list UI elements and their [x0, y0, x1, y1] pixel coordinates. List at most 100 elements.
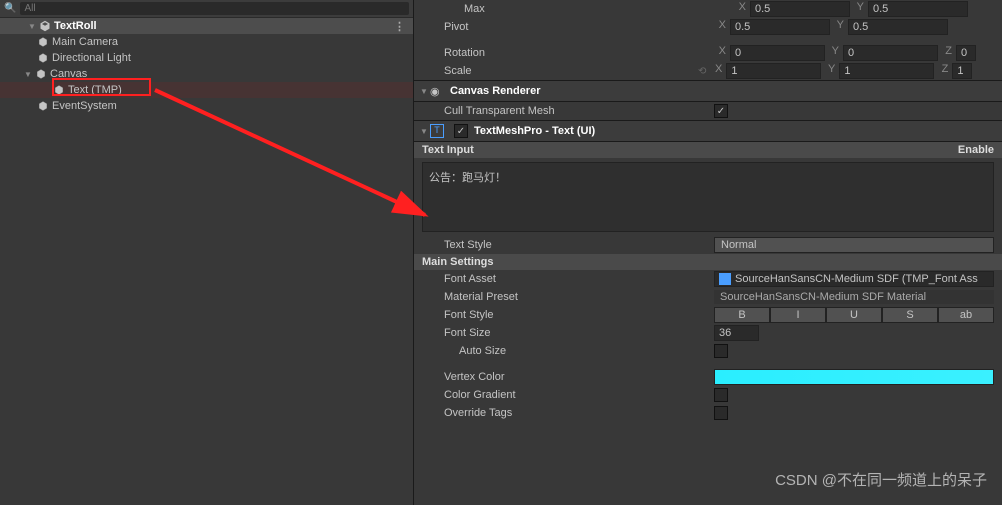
rot-z-input[interactable]: [956, 45, 976, 61]
hierarchy-item-label: EventSystem: [52, 100, 117, 112]
max-x-input[interactable]: [750, 1, 850, 17]
menu-dots-icon[interactable]: ⋮: [394, 20, 405, 33]
prop-label: Material Preset: [444, 291, 714, 303]
axis-y-label: Y: [832, 19, 844, 35]
style-bold-button[interactable]: B: [714, 307, 770, 323]
font-asset-field[interactable]: SourceHanSansCN-Medium SDF (TMP_Font Ass: [714, 271, 994, 287]
axis-x-label: X: [734, 1, 746, 17]
prop-material-preset: Material Preset SourceHanSansCN-Medium S…: [414, 288, 1002, 306]
expand-arrow-icon[interactable]: ▼: [420, 127, 430, 136]
tmp-enabled-checkbox[interactable]: [454, 124, 468, 138]
expand-arrow-icon[interactable]: ▼: [28, 22, 38, 31]
prop-color-gradient: Color Gradient: [414, 386, 1002, 404]
style-strike-button[interactable]: S: [882, 307, 938, 323]
prop-font-asset: Font Asset SourceHanSansCN-Medium SDF (T…: [414, 270, 1002, 288]
prop-label: Override Tags: [444, 407, 714, 419]
style-lowercase-button[interactable]: ab: [938, 307, 994, 323]
prop-label: Scale: [444, 65, 698, 77]
expand-arrow-icon[interactable]: ▼: [420, 87, 430, 96]
override-tags-checkbox[interactable]: [714, 406, 728, 420]
axis-z-label: Z: [936, 63, 948, 79]
prop-pivot: Pivot X Y: [414, 18, 1002, 36]
gameobject-icon: [52, 83, 66, 97]
prop-label: Font Style: [444, 309, 714, 321]
font-asset-icon: [719, 273, 731, 285]
style-underline-button[interactable]: U: [826, 307, 882, 323]
text-input-section-header[interactable]: Text Input Enable: [414, 142, 1002, 158]
pivot-x-input[interactable]: [730, 19, 830, 35]
prop-label: Rotation: [444, 47, 714, 59]
scene-name: TextRoll: [54, 20, 97, 32]
hierarchy-item-main-camera[interactable]: Main Camera: [0, 34, 413, 50]
color-gradient-checkbox[interactable]: [714, 388, 728, 402]
prop-label: Color Gradient: [444, 389, 714, 401]
component-title: Canvas Renderer: [450, 85, 541, 97]
prop-scale: Scale ⟲ X Y Z: [414, 62, 1002, 80]
hierarchy-item-label: Directional Light: [52, 52, 131, 64]
unity-icon: [38, 19, 52, 33]
style-italic-button[interactable]: I: [770, 307, 826, 323]
axis-z-label: Z: [940, 45, 952, 61]
gameobject-icon: [36, 51, 50, 65]
vertex-color-swatch[interactable]: [714, 369, 994, 385]
hierarchy-item-text-tmp[interactable]: Text (TMP): [0, 82, 413, 98]
lock-icon[interactable]: ⟲: [698, 66, 706, 77]
section-label: Text Input: [422, 144, 474, 156]
axis-y-label: Y: [823, 63, 835, 79]
prop-max: Max X Y: [414, 0, 1002, 18]
hierarchy-scene-row[interactable]: ▼ TextRoll ⋮: [0, 18, 413, 34]
text-style-dropdown[interactable]: Normal: [714, 237, 994, 253]
main-settings-header[interactable]: Main Settings: [414, 254, 1002, 270]
hierarchy-item-directional-light[interactable]: Directional Light: [0, 50, 413, 66]
font-style-buttons: B I U S ab: [714, 307, 994, 323]
tmp-icon: T: [430, 124, 444, 138]
axis-x-label: X: [714, 19, 726, 35]
prop-override-tags: Override Tags: [414, 404, 1002, 422]
expand-arrow-icon[interactable]: ▼: [24, 70, 34, 79]
max-y-input[interactable]: [868, 1, 968, 17]
hierarchy-item-label: Text (TMP): [68, 84, 122, 96]
axis-y-label: Y: [852, 1, 864, 17]
pivot-y-input[interactable]: [848, 19, 948, 35]
prop-label: Cull Transparent Mesh: [444, 105, 714, 117]
prop-font-size: Font Size: [414, 324, 1002, 342]
prop-vertex-color: Vertex Color: [414, 368, 1002, 386]
hierarchy-item-eventsystem[interactable]: EventSystem: [0, 98, 413, 114]
prop-label: Max: [464, 3, 734, 15]
component-title: TextMeshPro - Text (UI): [474, 125, 595, 137]
prop-label: Auto Size: [459, 345, 714, 357]
hierarchy-item-canvas[interactable]: ▼ Canvas: [0, 66, 413, 82]
prop-label: Pivot: [444, 21, 714, 33]
font-size-input[interactable]: [714, 325, 759, 341]
hierarchy-panel: 🔍 ▼ TextRoll ⋮ Main Camera Directional L…: [0, 0, 414, 505]
canvas-renderer-icon: ◉: [430, 85, 446, 98]
rot-x-input[interactable]: [730, 45, 825, 61]
auto-size-checkbox[interactable]: [714, 344, 728, 358]
prop-font-style: Font Style B I U S ab: [414, 306, 1002, 324]
prop-cull-transparent: Cull Transparent Mesh: [414, 102, 1002, 120]
inspector-panel: Max X Y Pivot X Y Rotation X Y Z Scale ⟲: [414, 0, 1002, 505]
rot-y-input[interactable]: [843, 45, 938, 61]
hierarchy-search-bar: 🔍: [0, 0, 413, 18]
hierarchy-search-input[interactable]: [20, 2, 409, 15]
gameobject-icon: [36, 99, 50, 113]
tmp-header[interactable]: ▼ T TextMeshPro - Text (UI): [414, 120, 1002, 142]
scale-x-input[interactable]: [726, 63, 821, 79]
axis-x-label: X: [714, 45, 726, 61]
prop-auto-size: Auto Size: [414, 342, 1002, 360]
enable-label: Enable: [958, 144, 994, 156]
scale-y-input[interactable]: [839, 63, 934, 79]
material-preset-field[interactable]: SourceHanSansCN-Medium SDF Material: [714, 290, 994, 304]
scale-z-input[interactable]: [952, 63, 972, 79]
section-label: Main Settings: [422, 256, 494, 268]
hierarchy-item-label: Canvas: [50, 68, 87, 80]
axis-x-label: X: [710, 63, 722, 79]
axis-y-label: Y: [827, 45, 839, 61]
gameobject-icon: [34, 67, 48, 81]
prop-label: Vertex Color: [444, 371, 714, 383]
prop-label: Text Style: [444, 239, 714, 251]
search-icon: 🔍: [4, 3, 16, 14]
canvas-renderer-header[interactable]: ▼ ◉ Canvas Renderer: [414, 80, 1002, 102]
text-input-area[interactable]: 公告：跑马灯！: [422, 162, 994, 232]
cull-checkbox[interactable]: [714, 104, 728, 118]
